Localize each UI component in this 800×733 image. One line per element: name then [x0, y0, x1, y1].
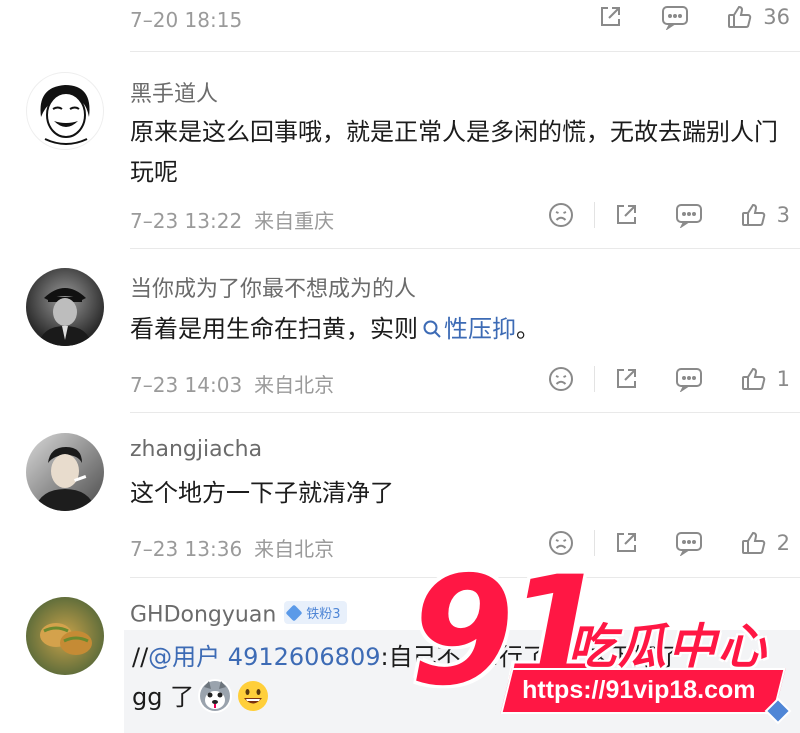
comment-icon[interactable] [675, 366, 703, 392]
comment-actions: 3 [548, 202, 790, 228]
username[interactable]: 当你成为了你最不想成为的人 [130, 271, 416, 303]
avatar[interactable] [26, 268, 104, 346]
comment-text-part: 。 [516, 315, 540, 343]
comment-icon[interactable] [661, 4, 689, 30]
watermark-title: 吃瓜中心 [568, 619, 769, 675]
like-icon[interactable] [727, 4, 753, 30]
comment-text: 看着是用生命在扫黄，实则 性压抑。 [130, 309, 780, 349]
share-icon[interactable] [613, 202, 639, 228]
divider [130, 248, 800, 249]
comment-text: 这个地方一下子就清净了 [130, 479, 394, 507]
like-icon[interactable] [741, 366, 767, 392]
fan-badge[interactable]: 铁粉3 [284, 601, 347, 624]
timestamp: 7–23 14:03 [130, 373, 243, 397]
location: 来自重庆 [254, 209, 335, 233]
share-icon[interactable] [597, 4, 623, 30]
comment-meta: 7–23 13:22 来自重庆 [130, 205, 334, 234]
username[interactable]: GHDongyuan 铁粉3 [130, 601, 347, 628]
avatar[interactable] [26, 433, 104, 511]
like-count: 36 [763, 5, 790, 29]
comment-icon[interactable] [675, 202, 703, 228]
avatar[interactable] [26, 72, 104, 150]
previous-comment-meta: 7–20 18:15 [130, 8, 243, 32]
share-icon[interactable] [613, 366, 639, 392]
diamond-icon [285, 604, 303, 621]
topic-label: 性压抑 [444, 315, 516, 343]
username-text: GHDongyuan [130, 602, 277, 628]
avatar[interactable] [26, 597, 104, 675]
comment-text-part: 看着是用生命在扫黄，实则 [130, 315, 418, 343]
location: 来自北京 [254, 373, 335, 397]
husky-emoji-icon [198, 679, 233, 713]
watermark-url: https://91vip18.com [522, 676, 756, 704]
username[interactable]: zhangjiacha [130, 437, 262, 462]
divider [130, 412, 800, 413]
like-icon[interactable] [741, 530, 767, 556]
topic-link[interactable]: 性压抑 [418, 315, 516, 343]
fan-badge-label: 铁粉3 [306, 607, 341, 622]
location: 来自北京 [254, 537, 335, 561]
comment-actions: 1 [548, 366, 790, 392]
timestamp: 7–23 13:22 [130, 209, 243, 233]
comment-icon[interactable] [675, 530, 703, 556]
search-icon [423, 320, 441, 338]
comment-meta: 7–23 13:36 来自北京 [130, 533, 334, 562]
username[interactable]: 黑手道人 [130, 76, 218, 108]
comment-meta: 7–23 14:03 来自北京 [130, 369, 334, 398]
like-count: 3 [776, 203, 790, 227]
divider [593, 202, 595, 228]
grinning-emoji-icon [236, 679, 270, 713]
dislike-icon[interactable] [548, 366, 574, 392]
previous-comment-actions: 36 [597, 4, 790, 30]
like-count: 1 [776, 367, 790, 391]
divider [130, 51, 800, 52]
divider [593, 366, 595, 392]
watermark-url-banner: https://91vip18.com [500, 668, 786, 714]
like-count: 2 [776, 531, 790, 555]
diamond-icon [764, 697, 792, 725]
user-mention-link[interactable]: @用户 4912606809 [148, 643, 380, 671]
dislike-icon[interactable] [548, 202, 574, 228]
share-icon[interactable] [613, 530, 639, 556]
timestamp: 7–23 13:36 [130, 537, 243, 561]
comment-text: 原来是这么回事哦，就是正常人是多闲的慌，无故去踹别人门玩呢 [130, 118, 778, 186]
comment-text-part: gg 了 [132, 683, 195, 711]
watermark: 91 吃瓜中心 https://91vip18.com [410, 557, 800, 733]
like-icon[interactable] [741, 202, 767, 228]
reply-prefix: // [132, 643, 149, 671]
